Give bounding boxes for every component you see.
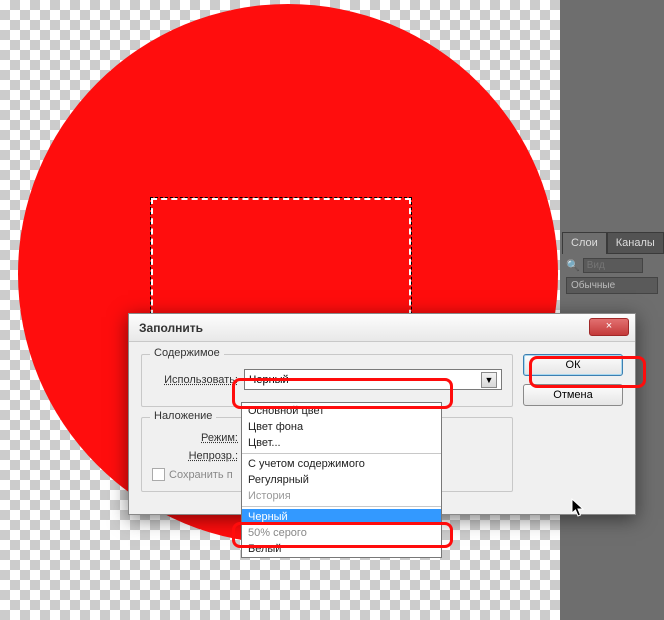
close-icon: × xyxy=(606,320,612,332)
dropdown-item[interactable]: Черный xyxy=(242,509,441,525)
dropdown-item[interactable]: С учетом содержимого xyxy=(242,456,441,472)
use-label: Использовать: xyxy=(152,374,238,386)
dialog-title: Заполнить xyxy=(135,321,203,335)
dropdown-separator xyxy=(242,453,441,454)
mode-label: Режим: xyxy=(152,432,238,444)
dropdown-item: История xyxy=(242,488,441,504)
cancel-button[interactable]: Отмена xyxy=(523,384,623,406)
use-dropdown-list: Основной цветЦвет фонаЦвет... С учетом со… xyxy=(241,402,442,558)
layer-filter-input[interactable] xyxy=(583,258,643,273)
right-panel: Слои Каналы 🔍 Обычные xyxy=(560,0,664,620)
dropdown-item[interactable]: Цвет... xyxy=(242,435,441,451)
close-button[interactable]: × xyxy=(589,318,629,336)
tab-channels[interactable]: Каналы xyxy=(607,232,664,254)
use-combobox[interactable]: Черный ▼ xyxy=(244,369,502,390)
search-icon: 🔍 xyxy=(566,259,580,272)
save-transparency-label: Сохранить п xyxy=(169,469,233,481)
dropdown-item[interactable]: Цвет фона xyxy=(242,419,441,435)
blend-group-title: Наложение xyxy=(150,410,216,422)
content-group-title: Содержимое xyxy=(150,347,224,359)
dialog-titlebar[interactable]: Заполнить × xyxy=(129,314,635,342)
dropdown-item[interactable]: 50% серого xyxy=(242,525,441,541)
chevron-down-icon: ▼ xyxy=(481,372,497,388)
use-combobox-value: Черный xyxy=(249,374,289,386)
checkbox-icon xyxy=(152,468,165,481)
dropdown-item[interactable]: Белый xyxy=(242,541,441,557)
blend-mode-select[interactable]: Обычные xyxy=(566,277,658,294)
opacity-label: Непрозр.: xyxy=(152,450,238,462)
dropdown-item[interactable]: Основной цвет xyxy=(242,403,441,419)
content-group: Содержимое Использовать: Черный ▼ xyxy=(141,354,513,407)
dropdown-item[interactable]: Регулярный xyxy=(242,472,441,488)
tab-layers[interactable]: Слои xyxy=(562,232,607,254)
ok-button[interactable]: ОК xyxy=(523,354,623,376)
cursor-icon xyxy=(571,498,587,523)
dropdown-separator xyxy=(242,506,441,507)
